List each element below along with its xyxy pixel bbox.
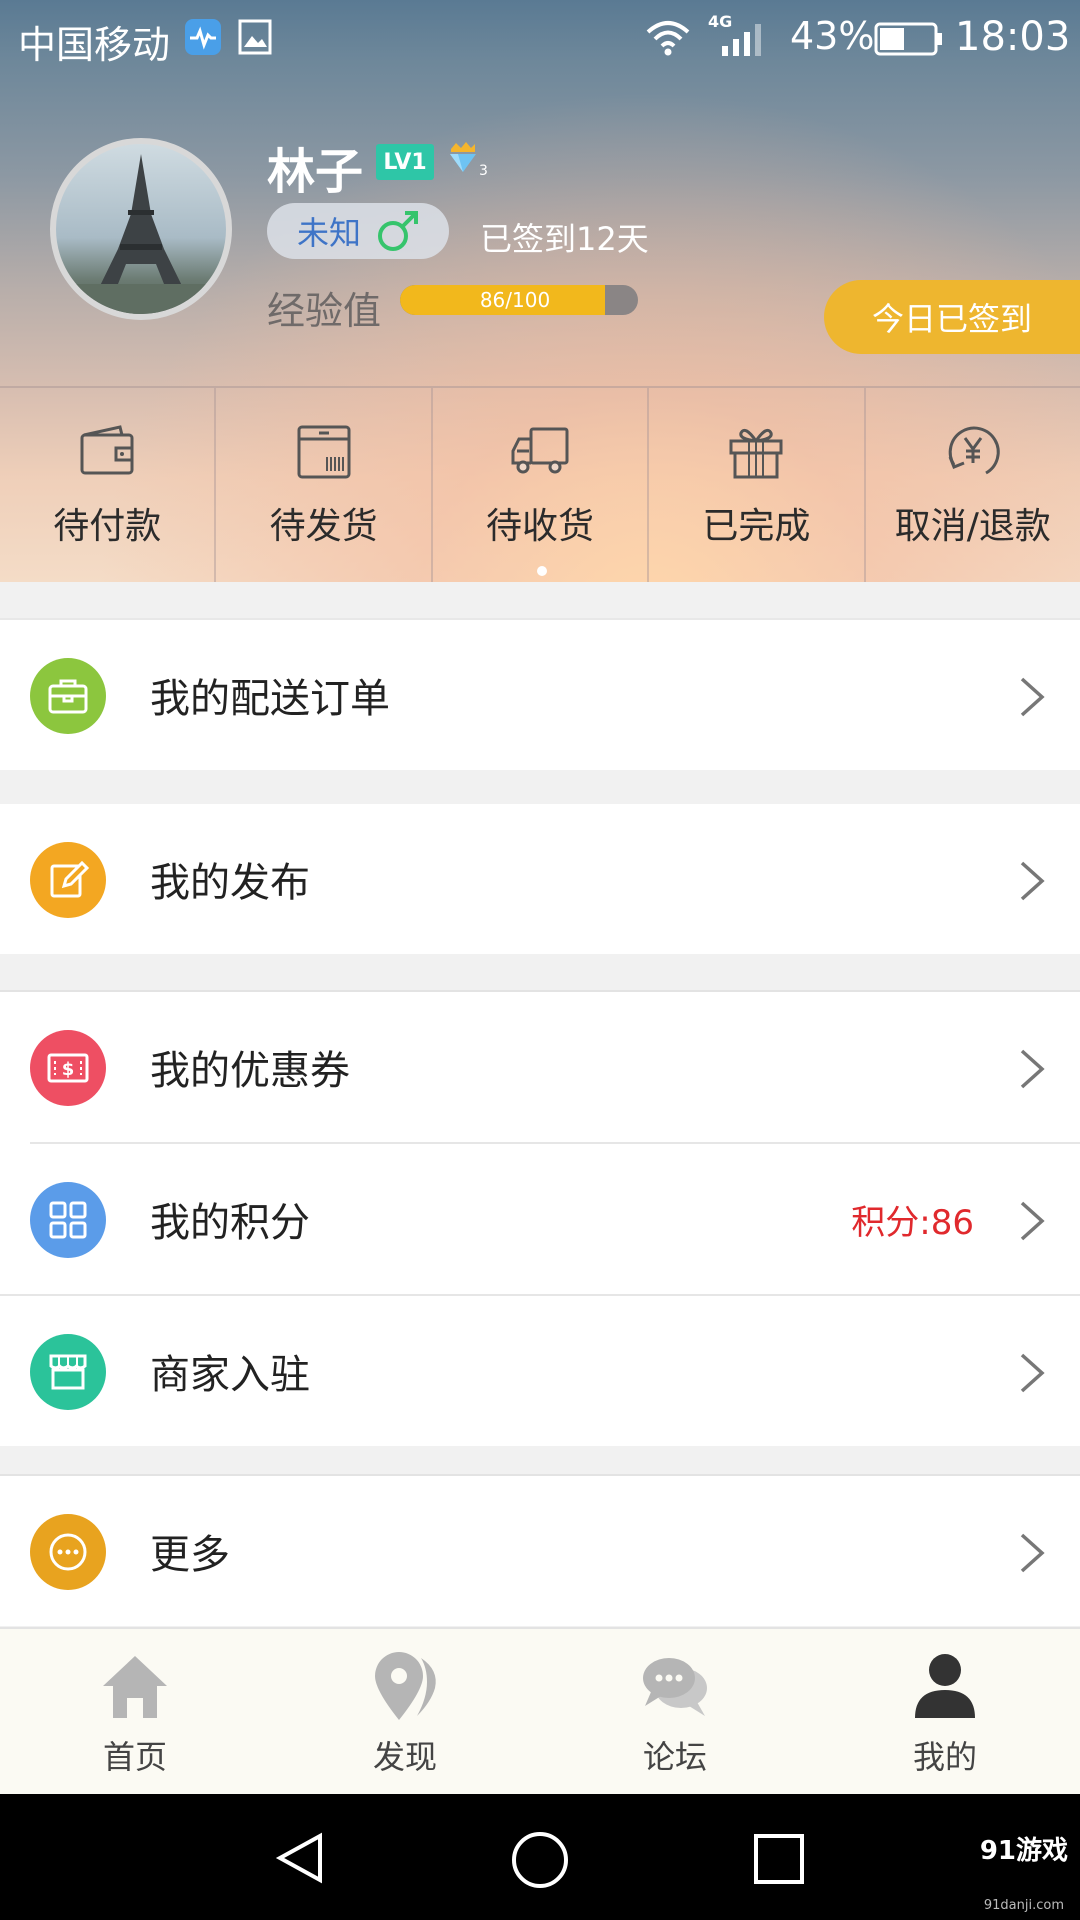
bottom-tab-bar: 首页 发现 论坛 我的 [0,1627,1080,1794]
exp-label: 经验值 [267,289,382,333]
watermark-url: 91danji.com [983,1898,1064,1913]
male-icon [378,211,419,251]
menu-item-delivery-orders[interactable]: 我的配送订单 [0,620,1080,770]
image-notification-icon [238,19,272,55]
clock: 18:03 [955,14,1071,60]
level-badge: LV1 [376,144,434,180]
chevron-right-icon [1020,1049,1045,1089]
tab-label: 论坛 [642,1737,707,1776]
system-nav-bar [0,1794,1080,1920]
watermark-logo: 91游戏 [979,1836,1068,1866]
tab-mine[interactable]: 我的 [810,1629,1080,1794]
recents-icon[interactable] [752,1832,806,1886]
svg-text:$: $ [62,1059,75,1080]
order-status-row: 待付款 待发货 待收货 已完成 取消/退款 [0,386,1080,582]
gender-text: 未知 [297,214,362,252]
chevron-right-icon [1020,1353,1045,1393]
wifi-icon [646,21,690,56]
grid-icon [30,1182,106,1258]
package-icon [297,425,351,479]
order-pending-shipment[interactable]: 待发货 [216,388,433,582]
signed-days: 已签到12天 [480,220,649,258]
refund-icon [948,426,1000,475]
menu-label: 我的积分 [150,1200,310,1246]
menu-item-merchant[interactable]: 商家入驻 [0,1296,1080,1446]
location-icon [375,1651,436,1720]
order-label: 待收货 [486,506,595,547]
gift-icon [729,428,783,479]
more-icon [30,1514,106,1590]
avatar[interactable] [50,138,232,320]
diamond-crown-icon [450,142,476,172]
menu-group-delivery: 我的配送订单 [0,618,1080,770]
checkin-button[interactable]: 今日已签到 [824,280,1080,354]
tab-label: 首页 [102,1737,167,1776]
exp-progress-bar: 86/100 [400,285,638,315]
tab-label: 发现 [372,1737,437,1776]
menu-label: 我的配送订单 [150,676,390,722]
order-completed[interactable]: 已完成 [649,388,866,582]
order-label: 待付款 [53,506,162,547]
order-cancel-refund[interactable]: 取消/退款 [866,388,1080,582]
chevron-right-icon [1020,861,1045,901]
back-icon[interactable] [272,1830,328,1886]
order-label: 待发货 [269,506,378,547]
menu-item-points[interactable]: 我的积分 积分:86 [0,1144,1080,1294]
crown-count: 3 [479,163,488,179]
menu-label: 我的发布 [150,860,310,906]
gender-pill[interactable]: 未知 [267,203,449,259]
menu-group-account: $ 我的优惠券 我的积分 积分:86 商家入驻 [0,990,1080,1446]
order-pending-receipt[interactable]: 待收货 [433,388,650,582]
carrier-name: 中国移动 [18,23,171,67]
tab-home[interactable]: 首页 [0,1629,270,1794]
username: 林子 [267,144,364,200]
wallet-icon [80,425,134,475]
menu-group-posts: 我的发布 [0,804,1080,954]
chevron-right-icon [1020,677,1045,717]
status-bar: 中国移动 4G 43% 18:03 [0,0,1080,75]
order-pending-payment[interactable]: 待付款 [0,388,217,582]
menu-label: 我的优惠券 [150,1048,350,1094]
edit-icon [30,842,106,918]
home-circle-icon[interactable] [510,1830,570,1890]
truck-icon [511,427,569,474]
home-icon [103,1655,167,1718]
menu-label: 更多 [150,1532,230,1578]
menu-group-more: 更多 [0,1474,1080,1626]
store-icon [30,1334,106,1410]
chevron-right-icon [1020,1533,1045,1573]
health-app-icon [185,19,221,55]
exp-text: 86/100 [479,288,551,312]
profile-header: 中国移动 4G 43% 18:03 林子 LV1 3 未知 已签到12天 经验值… [0,0,1080,582]
signal-icon [722,24,761,56]
coupon-icon: $ [30,1030,106,1106]
chat-icon [643,1657,707,1716]
menu-item-coupons[interactable]: $ 我的优惠券 [0,992,1080,1142]
tab-discover[interactable]: 发现 [270,1629,540,1794]
points-value: 积分:86 [851,1202,974,1243]
order-label: 已完成 [702,506,811,547]
eiffel-tower-photo [56,154,226,314]
user-icon [915,1653,975,1718]
briefcase-icon [30,658,106,734]
battery-icon [874,22,942,56]
menu-label: 商家入驻 [150,1352,310,1398]
chevron-right-icon [1020,1201,1045,1241]
menu-item-my-posts[interactable]: 我的发布 [0,804,1080,954]
order-label: 取消/退款 [894,506,1051,547]
tab-forum[interactable]: 论坛 [540,1629,810,1794]
page-indicator-dot [537,566,547,576]
tab-label: 我的 [912,1737,977,1776]
menu-item-more[interactable]: 更多 [0,1476,1080,1626]
battery-percent: 43% [790,14,875,58]
